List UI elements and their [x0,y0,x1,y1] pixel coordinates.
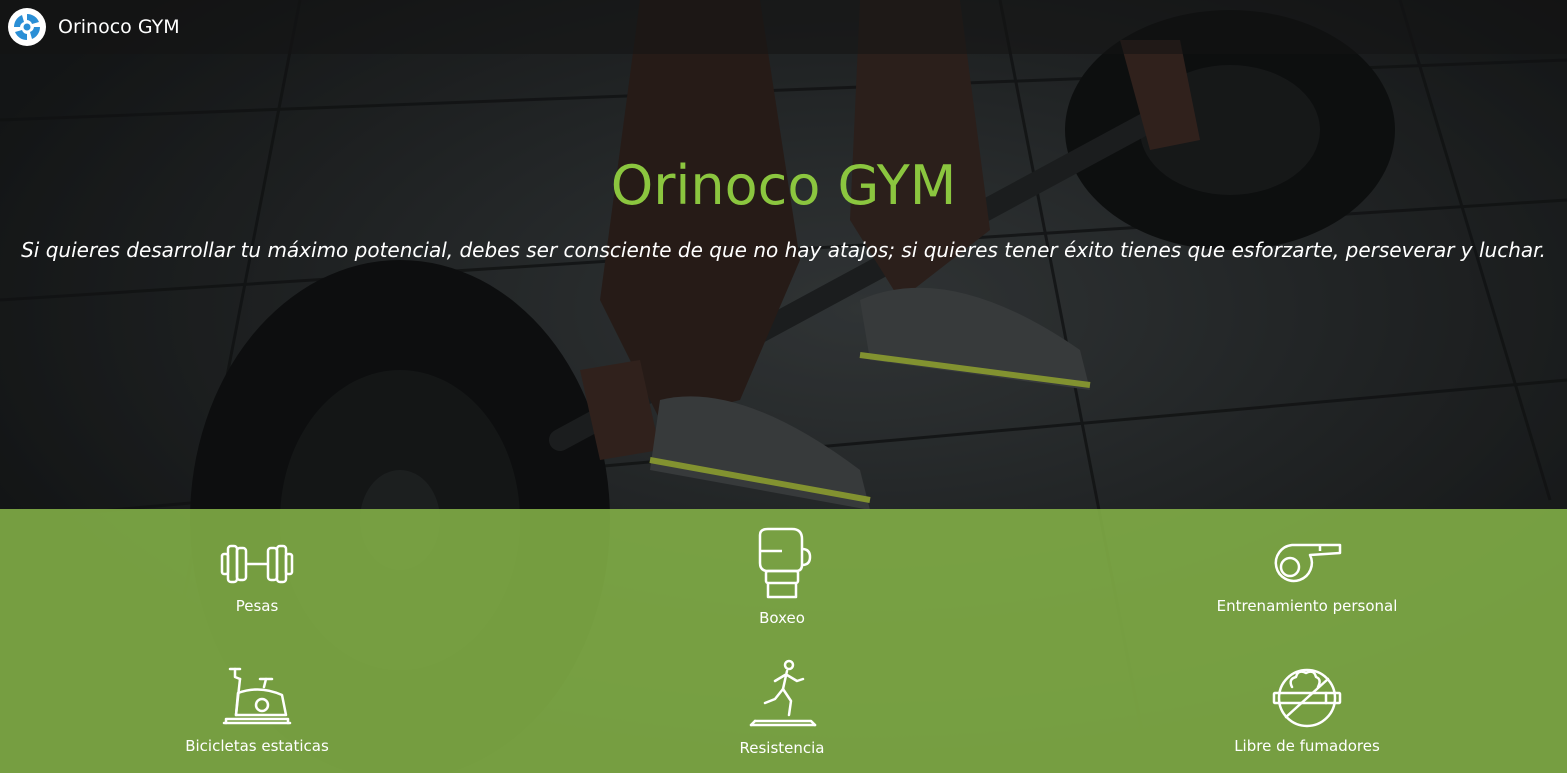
service-label-entrenamiento-personal: Entrenamiento personal [1216,597,1398,615]
brand-name[interactable]: Orinoco GYM [58,16,180,38]
service-resistencia: Resistencia [582,659,982,757]
service-entrenamiento-personal: Entrenamiento personal [1107,539,1507,615]
whistle-icon [1274,543,1342,583]
service-libre-de-fumadores: Libre de fumadores [1107,667,1507,755]
treadmill-runner-icon [749,659,817,727]
service-label-libre-de-fumadores: Libre de fumadores [1234,737,1380,755]
spiral-logo-icon[interactable] [8,8,46,46]
service-bicicletas-estaticas: Bicicletas estaticas [57,665,457,755]
service-label-resistencia: Resistencia [739,739,825,757]
no-smoking-icon [1272,668,1342,728]
service-label-bicicletas-estaticas: Bicicletas estaticas [185,737,329,755]
services-section: Pesas Boxeo Entrenamiento personal Bicic… [0,509,1567,773]
service-label-boxeo: Boxeo [759,609,805,627]
hero-title: Orinoco GYM [610,154,957,217]
service-pesas: Pesas [57,539,457,615]
boxing-glove-icon [758,527,812,599]
stationary-bike-icon [222,667,292,725]
page: Orinoco GYM Orinoco GYM Si quieres desar… [0,0,1567,773]
top-navbar: Orinoco GYM [0,0,1567,54]
dumbbell-icon [220,544,294,584]
hero-section: Orinoco GYM Si quieres desarrollar tu má… [0,54,1567,509]
service-boxeo: Boxeo [582,527,982,627]
hero-quote: Si quieres desarrollar tu máximo potenci… [21,238,1546,262]
service-label-pesas: Pesas [235,597,279,615]
